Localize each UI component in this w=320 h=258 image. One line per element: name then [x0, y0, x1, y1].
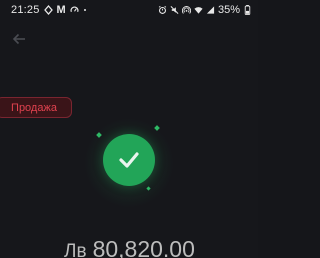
battery-icon: [244, 5, 251, 15]
alarm-icon: [158, 5, 167, 14]
mute-icon: [170, 6, 179, 14]
signal-icon: [206, 6, 215, 14]
dot-icon: [83, 9, 86, 11]
success-indicator: [103, 134, 155, 186]
arrow-left-icon: [12, 33, 25, 45]
transaction-amount: Лв 80,820.00: [64, 236, 195, 258]
battery-percent: 35%: [217, 4, 240, 16]
amount-currency: Лв: [64, 241, 87, 258]
status-bar: 21:25 M 35%: [0, 0, 258, 20]
m-app-icon: M: [56, 4, 66, 16]
diamond-notification-icon: [43, 5, 53, 15]
gauge-notification-icon: [70, 6, 79, 13]
checkmark-icon: [119, 152, 139, 168]
transaction-success-screen: 21:25 M 35% Продажа Лв 80,820.00: [0, 0, 258, 258]
transaction-type-badge: Продажа: [0, 97, 72, 118]
transaction-type-label: Продажа: [11, 101, 57, 114]
wifi-icon: [194, 7, 203, 14]
status-right: 35%: [158, 4, 252, 16]
amount-value: 80,820.00: [92, 236, 195, 258]
back-button[interactable]: [10, 31, 28, 47]
hotspot-icon: [181, 6, 191, 14]
status-time: 21:25: [11, 4, 40, 16]
status-left: 21:25 M: [11, 4, 86, 16]
